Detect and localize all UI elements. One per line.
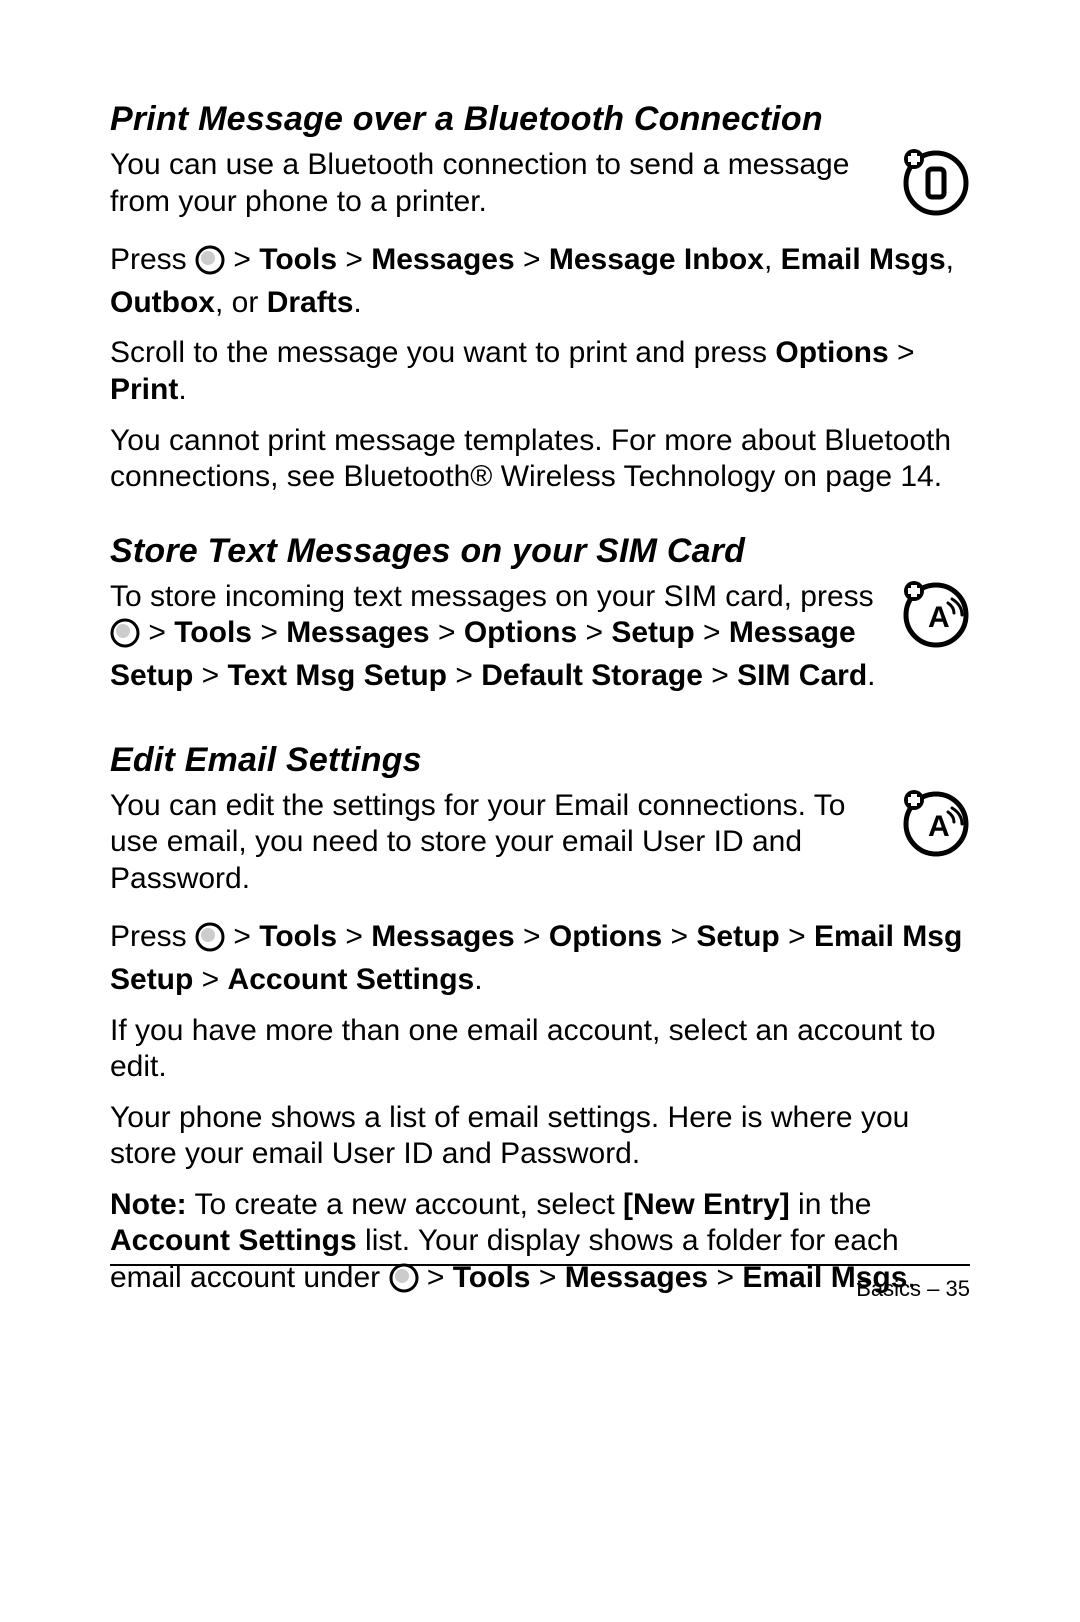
text: > xyxy=(193,659,227,692)
nav-email-msgs: Email Msgs xyxy=(781,243,946,276)
nav-account-settings: Account Settings xyxy=(228,963,475,996)
text: Press xyxy=(110,920,195,953)
nav-default-storage: Default Storage xyxy=(481,659,703,692)
text: , xyxy=(764,243,781,276)
text: > xyxy=(889,336,915,369)
text: > xyxy=(662,920,696,953)
nav-options: Options xyxy=(464,616,577,649)
text: > xyxy=(225,243,259,276)
text: > xyxy=(577,616,611,649)
icon-bluetooth-print xyxy=(898,145,970,222)
para-email-list: Your phone shows a list of email setting… xyxy=(110,1100,970,1173)
manual-page: Print Message over a Bluetooth Connectio… xyxy=(0,0,1080,1622)
heading-edit-email: Edit Email Settings xyxy=(110,741,970,780)
note-label: Note: xyxy=(110,1188,187,1221)
text: To store incoming text messages on your … xyxy=(110,580,874,613)
text: . xyxy=(474,963,482,996)
nav-sim-card: SIM Card xyxy=(737,659,867,692)
nav-options: Options xyxy=(549,920,662,953)
icon-network-feature: A xyxy=(898,786,970,863)
text: To create a new account, select xyxy=(187,1188,623,1221)
nav-key-icon xyxy=(110,618,140,658)
text: > xyxy=(780,920,814,953)
heading-print-bluetooth: Print Message over a Bluetooth Connectio… xyxy=(110,100,970,139)
text: > xyxy=(337,243,371,276)
nav-print: Print xyxy=(110,373,178,406)
nav-messages: Messages xyxy=(371,920,514,953)
footer-text: Basics – 35 xyxy=(110,1276,970,1302)
nav-setup: Setup xyxy=(696,920,779,953)
text: . xyxy=(353,286,361,319)
svg-text:A: A xyxy=(928,601,950,634)
text: > xyxy=(515,243,549,276)
footer-rule xyxy=(110,1264,970,1266)
nav-new-entry: [New Entry] xyxy=(623,1188,790,1221)
text: > xyxy=(337,920,371,953)
footer-sep: – xyxy=(921,1276,945,1301)
text: > xyxy=(193,963,227,996)
text: , xyxy=(946,243,954,276)
para-bluetooth-intro: You can use a Bluetooth connection to se… xyxy=(110,147,970,220)
nav-key-icon xyxy=(195,245,225,285)
nav-setup: Setup xyxy=(611,616,694,649)
para-bluetooth-nav: Press > Tools > Messages > Message Inbox… xyxy=(110,242,970,321)
footer-section: Basics xyxy=(856,1276,921,1301)
text: > xyxy=(447,659,481,692)
svg-text:A: A xyxy=(928,810,950,843)
para-email-nav: Press > Tools > Messages > Options > Set… xyxy=(110,919,970,998)
heading-store-sim: Store Text Messages on your SIM Card xyxy=(110,532,970,571)
nav-messages: Messages xyxy=(371,243,514,276)
para-store-sim: To store incoming text messages on your … xyxy=(110,579,970,695)
text: in the xyxy=(790,1188,872,1221)
text: > xyxy=(430,616,464,649)
nav-outbox: Outbox xyxy=(110,286,215,319)
para-multi-account: If you have more than one email account,… xyxy=(110,1013,970,1086)
nav-key-icon xyxy=(195,922,225,962)
text: > xyxy=(140,616,174,649)
text: Press xyxy=(110,243,195,276)
nav-tools: Tools xyxy=(259,920,337,953)
footer-page-number: 35 xyxy=(946,1276,970,1301)
text: > xyxy=(515,920,549,953)
para-templates-note: You cannot print message templates. For … xyxy=(110,423,970,496)
para-email-intro: You can edit the settings for your Email… xyxy=(110,788,970,898)
para-scroll-print: Scroll to the message you want to print … xyxy=(110,335,970,408)
nav-inbox: Message Inbox xyxy=(549,243,764,276)
text: Scroll to the message you want to print … xyxy=(110,336,775,369)
text: , or xyxy=(215,286,267,319)
text: > xyxy=(252,616,286,649)
text: . xyxy=(867,659,875,692)
nav-tools: Tools xyxy=(259,243,337,276)
nav-options: Options xyxy=(775,336,888,369)
text: > xyxy=(225,920,259,953)
page-footer: Basics – 35 xyxy=(110,1264,970,1302)
text: > xyxy=(695,616,729,649)
text: > xyxy=(703,659,737,692)
nav-account-settings: Account Settings xyxy=(110,1224,357,1257)
text: . xyxy=(178,373,186,406)
nav-messages: Messages xyxy=(286,616,429,649)
nav-drafts: Drafts xyxy=(267,286,354,319)
nav-text-msg-setup: Text Msg Setup xyxy=(228,659,447,692)
icon-network-feature: A xyxy=(898,577,970,654)
nav-tools: Tools xyxy=(174,616,252,649)
